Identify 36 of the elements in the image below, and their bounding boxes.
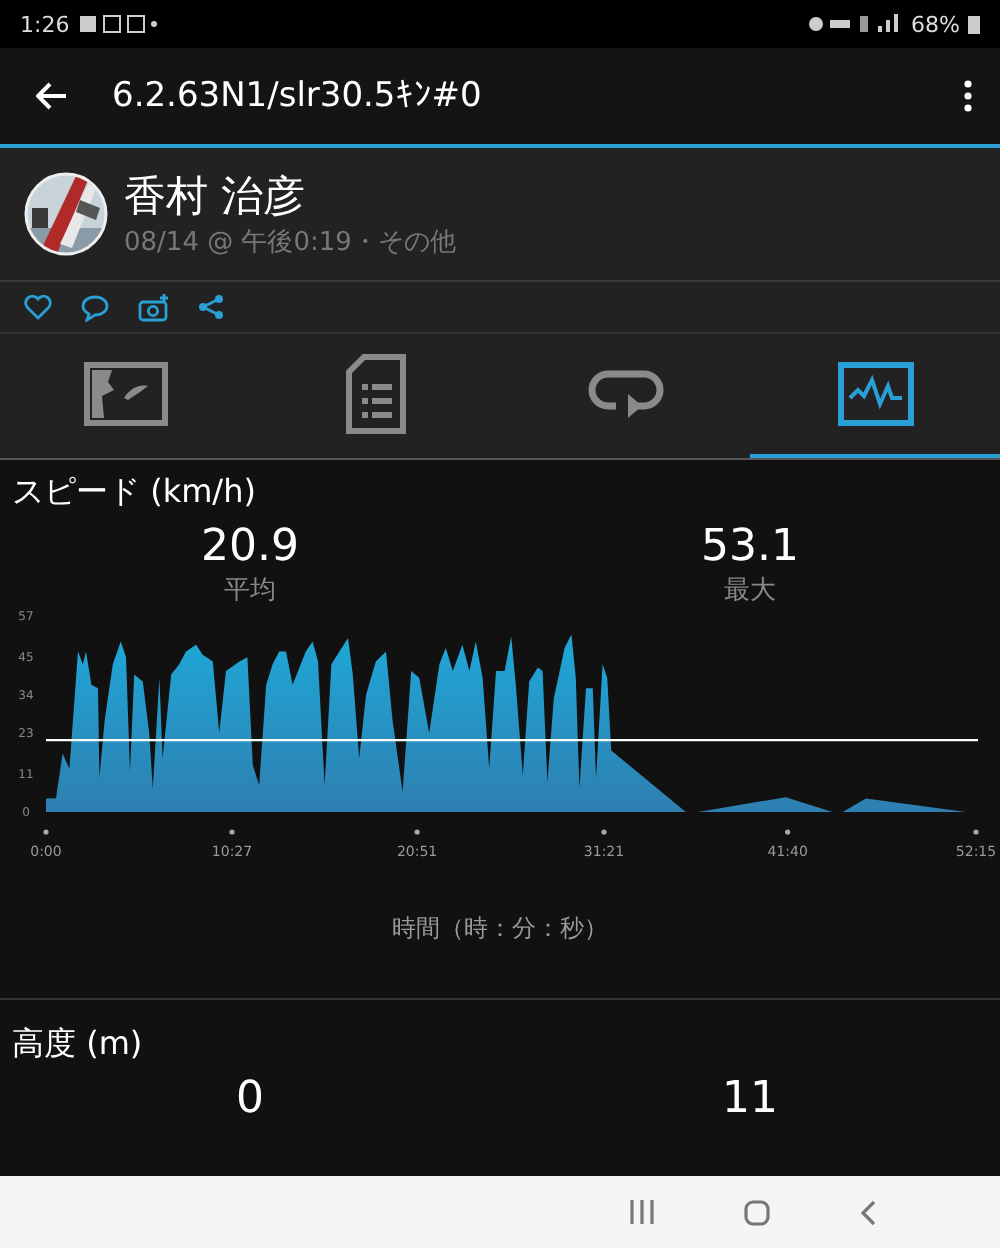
- chart-icon: [837, 362, 913, 426]
- camera-icon[interactable]: [138, 294, 170, 322]
- x-tick-mark: [785, 829, 791, 835]
- athlete-name: 香村 治彦: [124, 170, 308, 224]
- stat-value: 20.9: [201, 522, 299, 572]
- back-icon[interactable]: [860, 1199, 876, 1225]
- activity-date: 08/14 @ 午後0:19・その他: [124, 226, 456, 260]
- recent-apps-icon[interactable]: [630, 1200, 654, 1224]
- x-tick-mark: [414, 829, 420, 835]
- activity-title: 6.2.63N1/slr30.5ｷﾝ#0: [112, 76, 484, 116]
- stat-label: 平均: [224, 574, 276, 608]
- stat-label: 最大: [724, 574, 776, 608]
- battery-icon: [968, 14, 980, 34]
- stat-value: 53.1: [701, 522, 799, 572]
- map-icon: [83, 362, 167, 426]
- status-time: 1:26: [20, 11, 70, 37]
- stat-value: 0: [236, 1074, 264, 1124]
- document-icon: [345, 354, 405, 434]
- section-title: スピード (km/h): [10, 470, 258, 514]
- loop-arrow-icon: [587, 366, 663, 422]
- signal-icons: [807, 14, 904, 34]
- home-icon[interactable]: [744, 1199, 770, 1225]
- notification-icons: [77, 14, 158, 34]
- stat-value: 11: [722, 1074, 778, 1124]
- battery-percent: 68%: [911, 11, 960, 37]
- x-tick-mark: [601, 829, 607, 835]
- comment-icon[interactable]: [80, 294, 110, 322]
- heart-icon[interactable]: [24, 294, 52, 320]
- more-menu-icon[interactable]: [964, 80, 972, 112]
- x-tick-mark: [973, 829, 979, 835]
- x-axis-title: 時間（時：分：秒）: [390, 912, 610, 946]
- x-tick-mark: [229, 829, 235, 835]
- x-tick-mark: [43, 829, 49, 835]
- back-arrow-icon[interactable]: [36, 82, 68, 110]
- section-title: 高度 (m): [10, 1022, 145, 1066]
- share-icon[interactable]: [198, 294, 224, 320]
